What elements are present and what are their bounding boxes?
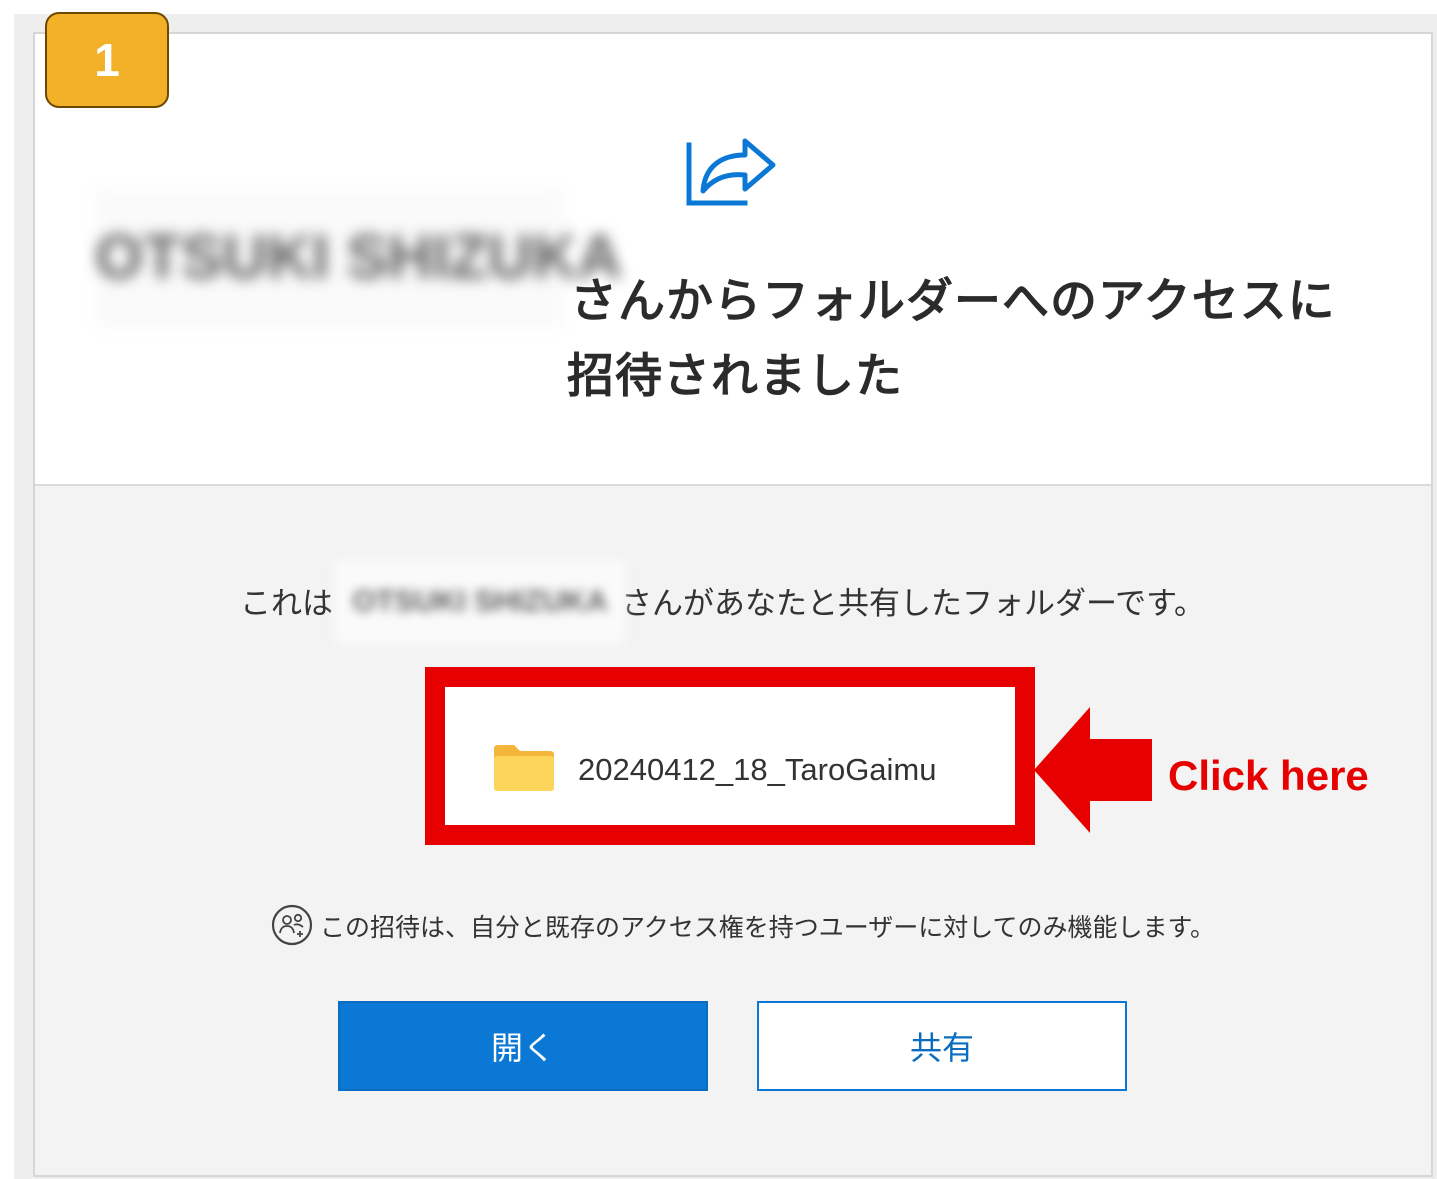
click-here-label: Click here: [1168, 752, 1369, 799]
people-icon: [271, 904, 313, 946]
invitation-notice: この招待は、自分と既存のアクセス権を持つユーザーに対してのみ機能します。: [320, 913, 1216, 942]
folder-icon[interactable]: [492, 743, 556, 793]
desc-suffix: さんがあなたと共有したフォルダーです。: [621, 586, 1206, 622]
share-icon: [686, 138, 776, 206]
arrow-left-icon: [1034, 707, 1152, 833]
desc-prefix: これは: [240, 586, 333, 622]
open-button[interactable]: 開く: [338, 1001, 708, 1091]
sender-name-inline-blurred: OTSUKI SHIZUKA: [335, 560, 625, 644]
folder-link[interactable]: 20240412_18_TaroGaimu: [578, 752, 937, 788]
share-button[interactable]: 共有: [757, 1001, 1127, 1091]
invite-title-line1: さんからフォルダーへのアクセスに: [570, 274, 1336, 329]
invite-title-line2: 招待されました: [567, 349, 903, 404]
sender-name-blurred: OTSUKI SHIZUKA: [95, 188, 622, 328]
step-badge: 1: [45, 12, 169, 108]
